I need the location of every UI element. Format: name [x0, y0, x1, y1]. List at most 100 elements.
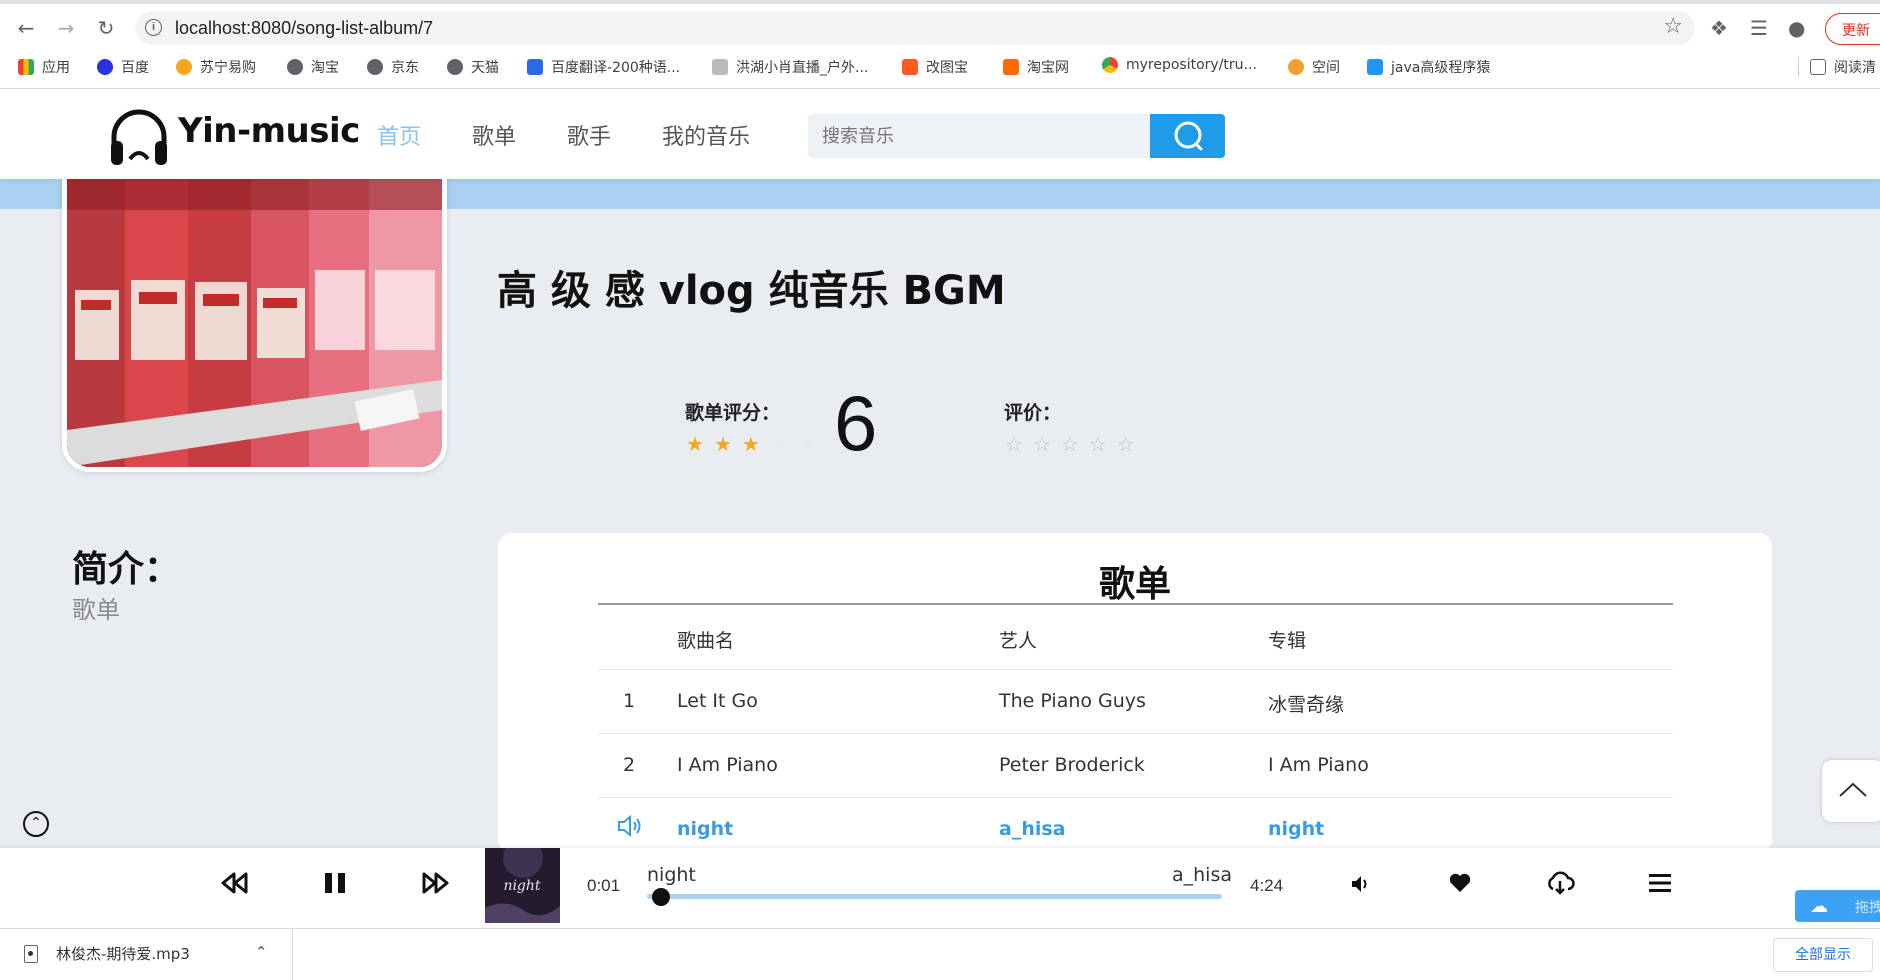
bookmark-taobao-net[interactable]: 淘宝网: [1003, 57, 1069, 77]
star-filled-icon: ★: [713, 432, 732, 456]
now-playing-title: night: [647, 864, 696, 886]
bookmark-honghu-live[interactable]: 洪湖小肖直播_户外...: [712, 57, 868, 77]
chevron-up-icon[interactable]: ⌃: [255, 943, 268, 961]
intro-text: 歌单: [72, 596, 120, 624]
song-album[interactable]: I Am Piano: [1268, 754, 1369, 776]
download-item[interactable]: 林俊杰-期待爱.mp3: [24, 943, 190, 964]
bookmark-myrepository[interactable]: myrepository/tru...: [1102, 57, 1257, 73]
song-album[interactable]: night: [1268, 818, 1324, 840]
nav-singers[interactable]: 歌手: [567, 119, 611, 151]
playlist-menu-button[interactable]: [1647, 872, 1673, 898]
next-track-button[interactable]: [420, 868, 450, 902]
media-queue-icon[interactable]: ☰: [1750, 16, 1768, 40]
reload-icon[interactable]: ↻: [92, 14, 120, 42]
star-outline-icon[interactable]: ☆: [1117, 432, 1135, 456]
current-time: 0:01: [587, 876, 621, 895]
address-bar[interactable]: i localhost:8080/song-list-album/7 ☆: [135, 11, 1695, 45]
extensions-puzzle-icon[interactable]: ❖: [1710, 16, 1728, 40]
show-all-button[interactable]: 全部显示: [1773, 938, 1873, 972]
search-icon: [1174, 121, 1203, 151]
song-artist[interactable]: The Piano Guys: [999, 690, 1146, 712]
feather-icon: [712, 59, 728, 75]
table-row[interactable]: 1 Let It Go The Piano Guys 冰雪奇缘: [598, 670, 1673, 734]
speaker-playing-icon: [616, 814, 644, 843]
progress-handle[interactable]: [652, 888, 670, 906]
download-divider: [292, 929, 293, 980]
profile-avatar-icon[interactable]: ●: [1788, 16, 1805, 40]
song-name[interactable]: I Am Piano: [677, 754, 778, 776]
download-shelf: 林俊杰-期待爱.mp3 ⌃ 全部显示: [0, 928, 1880, 980]
song-artist[interactable]: Peter Broderick: [999, 754, 1145, 776]
globe-icon: [367, 59, 383, 75]
cover-text: night: [503, 878, 540, 894]
bilibili-tv-icon: [1367, 59, 1383, 75]
like-button[interactable]: [1448, 872, 1472, 898]
table-header-row: 歌曲名 艺人 专辑: [598, 606, 1673, 670]
rating-score: 6: [834, 379, 878, 467]
baidu-paw-icon: [97, 59, 113, 75]
song-artist[interactable]: a_hisa: [999, 818, 1066, 840]
song-album[interactable]: 冰雪奇缘: [1268, 690, 1344, 717]
bookmark-gaitubao[interactable]: 改图宝: [902, 57, 968, 77]
table-row[interactable]: 2 I Am Piano Peter Broderick I Am Piano: [598, 734, 1673, 798]
review-stars[interactable]: ☆ ☆ ☆ ☆ ☆: [1005, 432, 1135, 456]
star-outline-icon[interactable]: ☆: [1033, 432, 1051, 456]
column-header-album: 专辑: [1268, 630, 1307, 652]
bookmark-tmall[interactable]: 天猫: [447, 57, 499, 77]
song-name[interactable]: night: [677, 818, 733, 840]
heart-icon: [1449, 873, 1471, 892]
baidu-drag-badge[interactable]: ☁ 拖拽: [1795, 890, 1880, 922]
download-button[interactable]: [1545, 870, 1575, 900]
bookmark-taobao[interactable]: 淘宝: [287, 57, 339, 77]
pause-button[interactable]: [320, 868, 350, 902]
bookmark-space[interactable]: 空间: [1288, 57, 1340, 77]
bookmark-java[interactable]: java高级程序猿: [1367, 57, 1490, 77]
bookmark-baidu-translate[interactable]: 百度翻译-200种语...: [527, 57, 680, 77]
bookmark-baidu[interactable]: 百度: [97, 57, 149, 77]
download-filename: 林俊杰-期待爱.mp3: [56, 945, 190, 963]
app-header: Yin-music 首页 歌单 歌手 我的音乐: [0, 89, 1880, 179]
star-outline-icon[interactable]: ☆: [1089, 432, 1107, 456]
volume-icon: [1352, 876, 1367, 892]
now-playing-cover[interactable]: night: [485, 848, 560, 923]
reading-list-icon: [1810, 59, 1826, 75]
reading-list[interactable]: 阅读清: [1810, 57, 1876, 77]
nav-home[interactable]: 首页: [377, 119, 421, 151]
pause-icon: [325, 873, 345, 893]
song-list-divider: [598, 603, 1673, 605]
previous-track-button[interactable]: [220, 868, 250, 902]
song-list-title: 歌单: [1098, 564, 1171, 605]
star-empty-icon: ★: [797, 432, 816, 456]
back-arrow-icon[interactable]: ←: [12, 14, 40, 42]
nav-my-music[interactable]: 我的音乐: [662, 119, 750, 151]
headphones-logo-icon[interactable]: [108, 107, 170, 169]
progress-track[interactable]: [647, 894, 1222, 899]
update-button[interactable]: 更新: [1825, 13, 1880, 45]
fast-forward-icon: [422, 872, 449, 894]
bookmark-star-icon[interactable]: ☆: [1663, 14, 1683, 39]
menu-lines-icon: [1649, 874, 1671, 892]
star-empty-icon: ★: [769, 432, 788, 456]
back-to-top-button[interactable]: [1822, 760, 1880, 822]
column-header-artist: 艺人: [999, 630, 1038, 652]
star-filled-icon: ★: [741, 432, 760, 456]
now-playing-artist: a_hisa: [1172, 864, 1233, 886]
bookmark-suning[interactable]: 苏宁易购: [176, 57, 256, 77]
site-info-icon[interactable]: i: [145, 19, 162, 36]
star-outline-icon[interactable]: ☆: [1005, 432, 1023, 456]
nav-playlists[interactable]: 歌单: [472, 119, 516, 151]
globe-icon: [447, 59, 463, 75]
bookmark-jd[interactable]: 京东: [367, 57, 419, 77]
star-outline-icon[interactable]: ☆: [1061, 432, 1079, 456]
collapse-up-icon[interactable]: ⌃: [23, 811, 49, 837]
bookmark-apps[interactable]: 应用: [18, 57, 70, 77]
search-button[interactable]: [1150, 114, 1225, 158]
forward-arrow-icon[interactable]: →: [52, 14, 80, 42]
search-input[interactable]: [808, 114, 1150, 158]
song-list-panel: 歌单 歌曲名 艺人 专辑 1 Let It Go The Piano Guys …: [498, 533, 1772, 853]
volume-button[interactable]: [1350, 873, 1372, 899]
url-text[interactable]: localhost:8080/song-list-album/7: [175, 18, 433, 39]
song-name[interactable]: Let It Go: [677, 690, 758, 712]
album-cover-image: [62, 170, 447, 472]
logo-text[interactable]: Yin-music: [178, 111, 360, 151]
